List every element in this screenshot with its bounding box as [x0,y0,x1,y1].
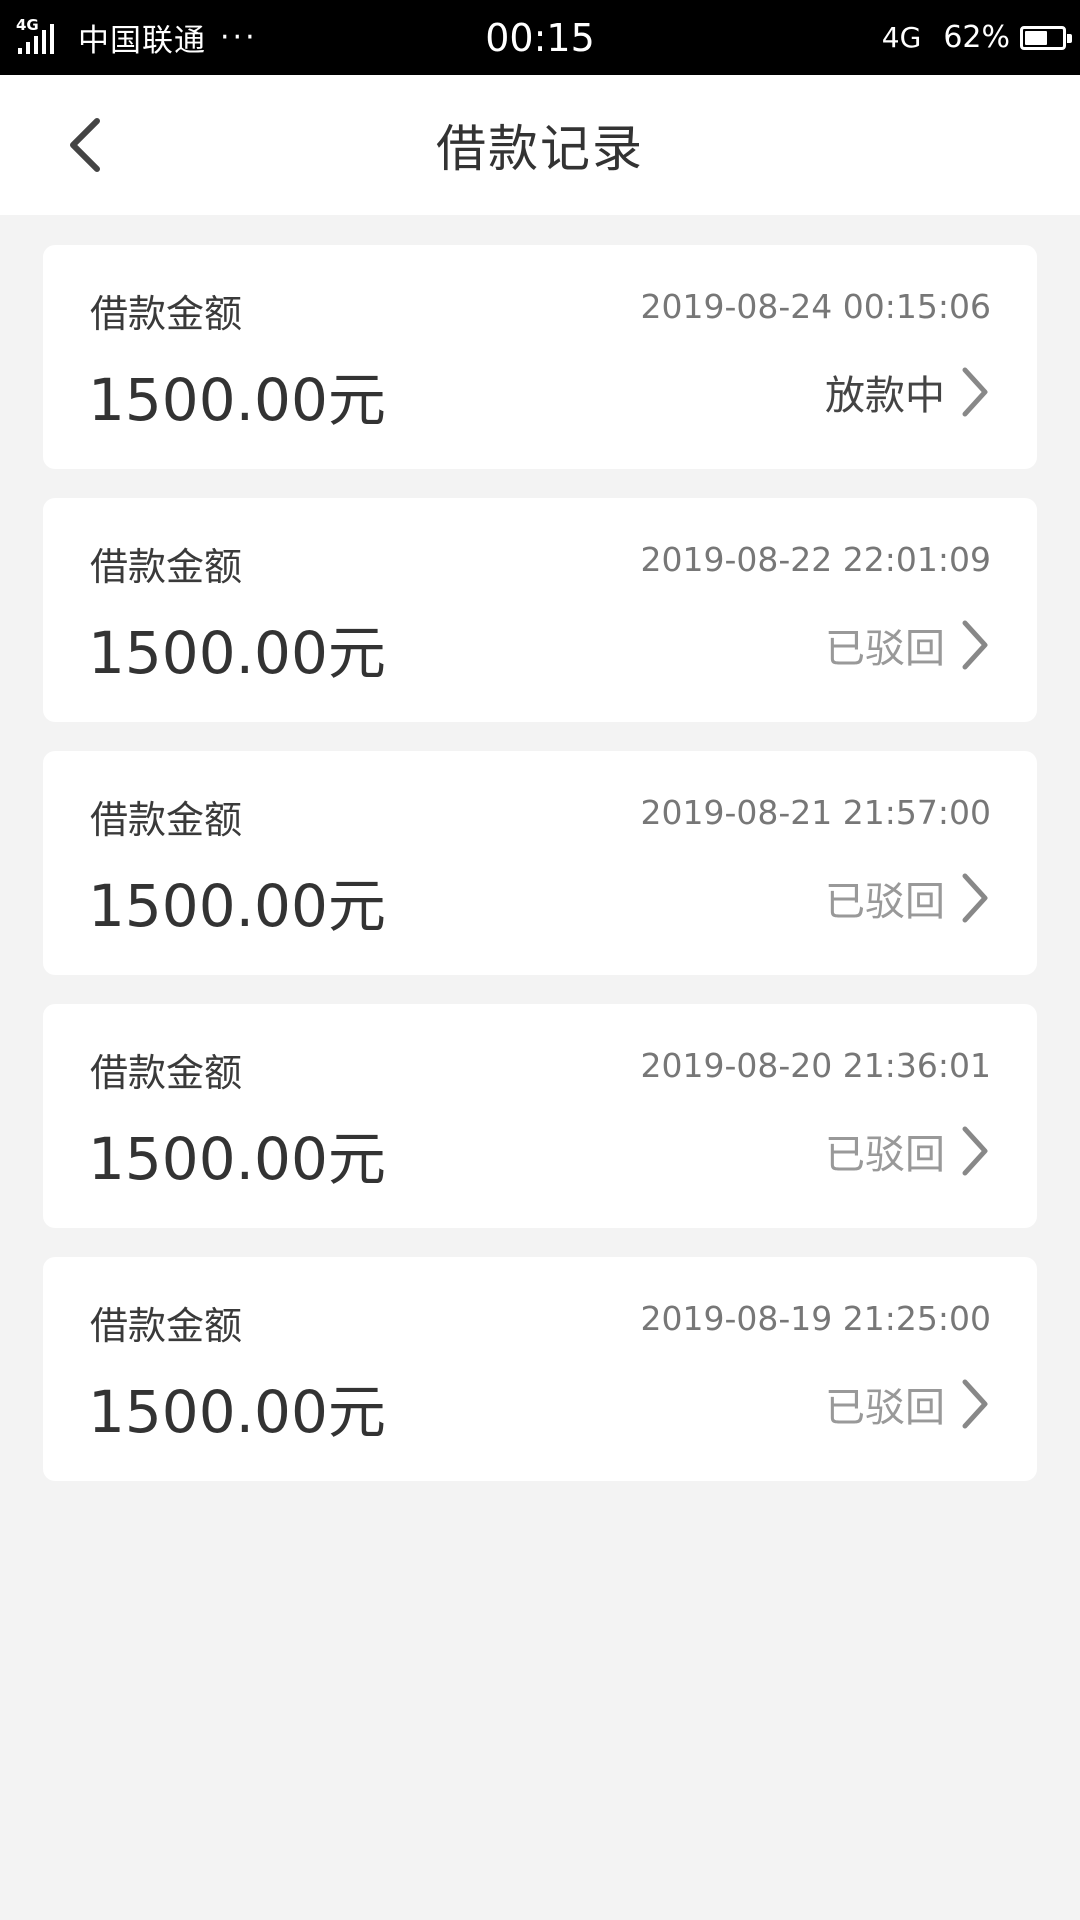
loan-status-text: 已驳回 [825,1132,945,1178]
loan-datetime: 2019-08-24 00:15:06 [640,287,991,326]
loan-amount-value: 1500.00元 [88,619,386,687]
loan-datetime: 2019-08-20 21:36:01 [640,1046,991,1085]
loan-amount-label: 借款金额 [90,545,243,589]
chevron-right-icon [957,366,991,418]
loan-status: 已驳回 [825,1122,991,1180]
loan-amount-value: 1500.00元 [88,1378,386,1446]
loan-record-item[interactable]: 借款金额 2019-08-24 00:15:06 1500.00元 放款中 [43,245,1037,469]
loan-record-item[interactable]: 借款金额 2019-08-19 21:25:00 1500.00元 已驳回 [43,1257,1037,1481]
loan-status-text: 已驳回 [825,879,945,925]
chevron-right-icon [957,619,991,671]
carrier-name: 中国联通 [78,23,206,59]
loan-datetime: 2019-08-21 21:57:00 [640,793,991,832]
loan-status: 已驳回 [825,869,991,927]
loan-amount-value: 1500.00元 [88,872,386,940]
loan-datetime: 2019-08-19 21:25:00 [640,1299,991,1338]
page-title: 借款记录 [436,120,644,178]
loan-status-text: 放款中 [825,373,945,419]
loan-amount-label: 借款金额 [90,1304,243,1348]
battery-icon [1020,25,1072,50]
signal-icon: 4G [16,15,62,58]
loan-record-list: 借款金额 2019-08-24 00:15:06 1500.00元 放款中 借款… [43,245,1037,1510]
loan-record-item[interactable]: 借款金额 2019-08-21 21:57:00 1500.00元 已驳回 [43,751,1037,975]
loan-status-text: 已驳回 [825,1385,945,1431]
loan-status: 已驳回 [825,1375,991,1433]
loan-datetime: 2019-08-22 22:01:09 [640,540,991,579]
status-bar: 4G 中国联通 ··· 00:15 4G 62% [0,0,1080,75]
app-header: 借款记录 [0,75,1080,215]
chevron-left-icon [70,118,100,172]
loan-amount-label: 借款金额 [90,798,243,842]
back-button[interactable] [50,110,120,180]
loan-status-text: 已驳回 [825,626,945,672]
loan-record-item[interactable]: 借款金额 2019-08-22 22:01:09 1500.00元 已驳回 [43,498,1037,722]
loan-record-item[interactable]: 借款金额 2019-08-20 21:36:01 1500.00元 已驳回 [43,1004,1037,1228]
more-notifications-icon: ··· [220,20,258,55]
loan-status: 放款中 [825,363,991,421]
loan-amount-label: 借款金额 [90,1051,243,1095]
status-left: 4G 中国联通 ··· [16,0,258,75]
signal-network-label: 4G [16,15,39,34]
status-right: 4G 62% [881,0,1072,75]
chevron-right-icon [957,872,991,924]
loan-amount-value: 1500.00元 [88,1125,386,1193]
loan-amount-label: 借款金额 [90,292,243,336]
chevron-right-icon [957,1378,991,1430]
battery-percentage: 62% [943,20,1010,55]
loan-status: 已驳回 [825,616,991,674]
network-type: 4G [881,21,922,54]
loan-amount-value: 1500.00元 [88,366,386,434]
chevron-right-icon [957,1125,991,1177]
